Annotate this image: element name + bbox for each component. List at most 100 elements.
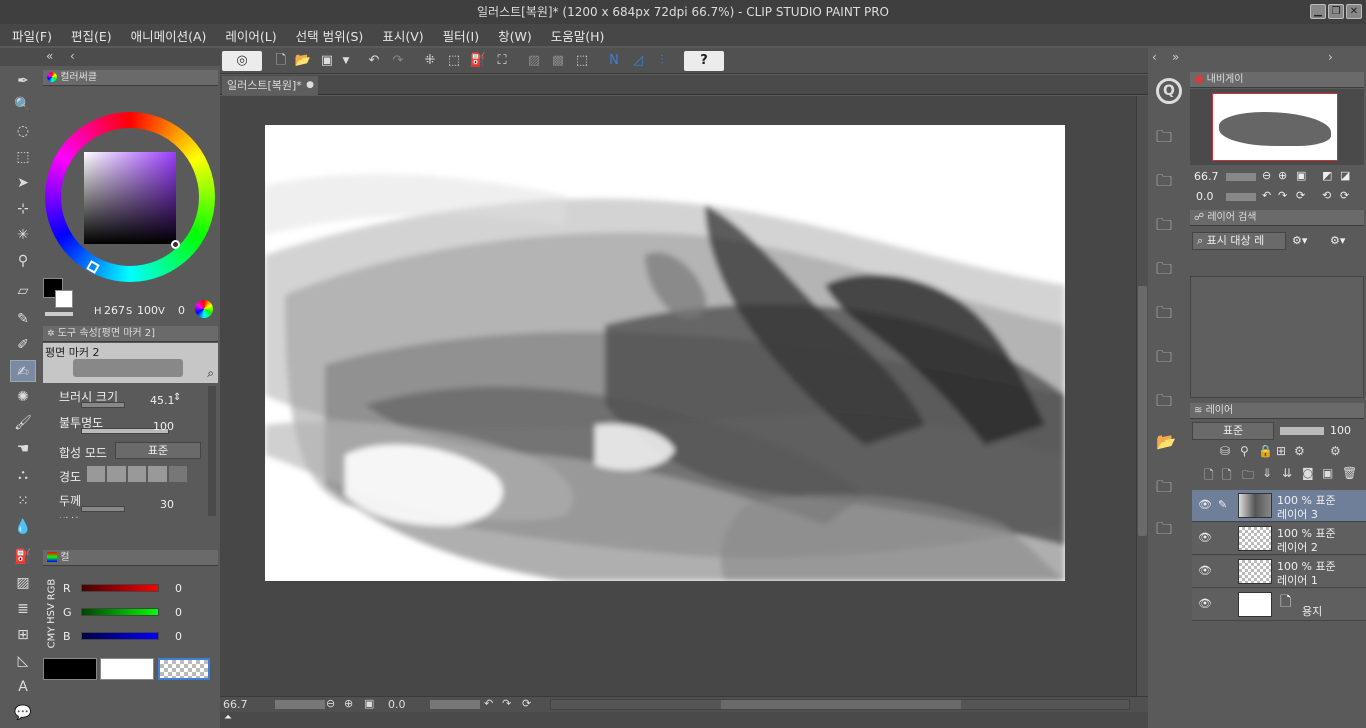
green-value[interactable]: 0: [175, 606, 182, 619]
zoom-slider[interactable]: [275, 700, 325, 709]
magic-wand-icon[interactable]: ✳: [10, 224, 36, 246]
open-folder-icon[interactable]: 📂: [1156, 432, 1176, 451]
menu-view[interactable]: 표시(V): [382, 26, 423, 45]
color-slider-tab[interactable]: 컬: [43, 550, 218, 566]
layer-mask-icon[interactable]: ◙: [1302, 466, 1314, 480]
clear-icon[interactable]: ⁜: [420, 51, 440, 71]
rotation-value[interactable]: 0.0: [388, 698, 406, 711]
navigator-zoom-slider[interactable]: [1226, 173, 1256, 181]
transparent-color-swatch[interactable]: [158, 658, 210, 680]
eye-icon[interactable]: 👁: [1198, 597, 1212, 610]
hardness-option[interactable]: [168, 466, 188, 482]
green-slider[interactable]: [81, 608, 159, 616]
blend-tool-icon[interactable]: ☚: [10, 438, 36, 460]
redo-icon[interactable]: ↷: [388, 51, 408, 71]
invert-selection-icon[interactable]: ▩: [548, 51, 568, 71]
material-brush-icon[interactable]: 🗀: [1156, 258, 1172, 285]
navigator-tab[interactable]: ▣ 내비게이: [1190, 72, 1364, 88]
material-landscape-icon[interactable]: 🗀: [1156, 390, 1172, 417]
zoom-out-icon[interactable]: ⊖: [1262, 169, 1271, 182]
menu-selection[interactable]: 선택 범위(S): [296, 26, 364, 45]
zoom-value[interactable]: 66.7: [223, 698, 248, 711]
horizontal-scroll-thumb[interactable]: [721, 700, 961, 709]
layer-row[interactable]: 👁 100 % 표준 레이어 1: [1192, 556, 1366, 588]
pen-edit-icon[interactable]: ✎: [1218, 498, 1227, 511]
fill-icon[interactable]: ⛽: [468, 51, 488, 71]
material-3d-icon[interactable]: 🗀: [1156, 476, 1172, 503]
mask-apply-icon[interactable]: ▣: [1322, 466, 1333, 480]
flip-vertical-icon[interactable]: ◪: [1340, 169, 1350, 182]
red-value[interactable]: 0: [175, 582, 182, 595]
menu-edit[interactable]: 편집(E): [71, 26, 112, 45]
material-figure-icon[interactable]: 🗀: [1156, 518, 1172, 545]
rotate-right-icon[interactable]: ↷: [1278, 189, 1287, 202]
material-image-icon[interactable]: 🗀: [1156, 170, 1172, 197]
sv-cursor[interactable]: [171, 240, 180, 249]
marker-icon[interactable]: ✍: [10, 360, 36, 382]
horizontal-scrollbar[interactable]: [550, 699, 1130, 710]
navigator-zoom-value[interactable]: 66.7: [1194, 170, 1219, 183]
tool-property-scrollbar[interactable]: [208, 386, 216, 516]
pen-icon[interactable]: ✐: [10, 334, 36, 356]
hardness-option[interactable]: [107, 466, 126, 482]
lock-alpha-icon[interactable]: ⊞: [1276, 444, 1286, 458]
clip-studio-icon[interactable]: Q: [1156, 78, 1182, 104]
material-folder-icon[interactable]: 🗀: [1156, 126, 1172, 153]
chevron-right-icon[interactable]: ›: [1328, 50, 1333, 64]
rotate-left-icon[interactable]: ↶: [1262, 189, 1271, 202]
hardness-option[interactable]: [148, 466, 167, 482]
blue-value[interactable]: 0: [175, 630, 182, 643]
opacity-value[interactable]: 100: [153, 420, 174, 433]
help-icon[interactable]: ?: [684, 51, 724, 71]
eye-icon[interactable]: 👁: [1198, 498, 1212, 511]
undo-icon[interactable]: ↶: [364, 51, 384, 71]
hsv-mode-tab[interactable]: HSV: [46, 603, 57, 624]
layer-opacity-value[interactable]: 100: [1330, 424, 1351, 437]
layer-name[interactable]: 용지: [1302, 603, 1322, 619]
new-folder-icon[interactable]: 🗀: [1242, 466, 1254, 487]
filter-option-icon-2[interactable]: ⚙▾: [1330, 234, 1345, 247]
layer-name[interactable]: 레이어 2: [1277, 539, 1318, 555]
color-wheel-tab[interactable]: 컬러써클: [43, 70, 218, 86]
navigator-preview[interactable]: [1190, 89, 1364, 165]
color-layer-icon[interactable]: ⚙: [1330, 444, 1341, 458]
material-pattern-icon[interactable]: 🗀: [1156, 214, 1172, 241]
brush-size-slider[interactable]: [81, 402, 125, 408]
pencil-icon[interactable]: ✎: [10, 308, 36, 330]
menu-layer[interactable]: 레이어(L): [225, 26, 276, 45]
clip-studio-logo-icon[interactable]: ◎: [222, 51, 262, 71]
ruler-icon[interactable]: ◺: [10, 650, 36, 672]
maximize-button[interactable]: ❐: [1328, 4, 1344, 19]
save-menu-chevron-icon[interactable]: ▼: [340, 51, 352, 71]
merge-visible-icon[interactable]: ⇊: [1282, 466, 1292, 480]
search-icon[interactable]: ⌕: [207, 366, 214, 381]
move-tool-icon[interactable]: ⬚: [10, 146, 36, 168]
tab-close-icon[interactable]: ●: [306, 76, 314, 95]
spray-icon[interactable]: ⁙: [10, 490, 36, 512]
brush-size-spinner-icon[interactable]: ⇕: [173, 392, 181, 403]
layer-search-tab[interactable]: ☍ 레이어 검색: [1190, 210, 1364, 226]
canvas-area[interactable]: [220, 96, 1136, 696]
red-slider[interactable]: [81, 584, 159, 592]
clip-layer-icon[interactable]: ⚙: [1294, 444, 1305, 458]
saturation-value-square[interactable]: [84, 152, 176, 244]
snap-grid-icon[interactable]: ⫶: [652, 51, 672, 71]
thickness-slider[interactable]: [81, 506, 125, 512]
layer-name[interactable]: 레이어 3: [1277, 506, 1318, 522]
canvas-vertical-scrollbar[interactable]: [1136, 96, 1148, 696]
flip-rotate-icon[interactable]: ⟳: [1340, 189, 1349, 202]
color-mode-icon[interactable]: [195, 300, 213, 318]
fit-view-icon[interactable]: ▣: [1296, 169, 1306, 182]
pipette-icon[interactable]: ⚲: [10, 250, 36, 272]
lasso-icon[interactable]: ◌: [10, 120, 36, 142]
show-selection-icon[interactable]: ⬚: [572, 51, 592, 71]
zoom-tool-icon[interactable]: 🔍: [10, 94, 36, 116]
material-frame-icon[interactable]: 🗀: [1156, 302, 1172, 329]
frame-icon[interactable]: ⊞: [10, 624, 36, 646]
airbrush-icon[interactable]: ✺: [10, 386, 36, 408]
navigator-angle-slider[interactable]: [1226, 193, 1256, 201]
zoom-out-icon[interactable]: ⊖: [326, 697, 335, 710]
trash-icon[interactable]: 🗑: [1342, 466, 1357, 480]
rotation-slider[interactable]: [430, 700, 480, 709]
brush-size-value[interactable]: 45.1: [150, 394, 175, 407]
